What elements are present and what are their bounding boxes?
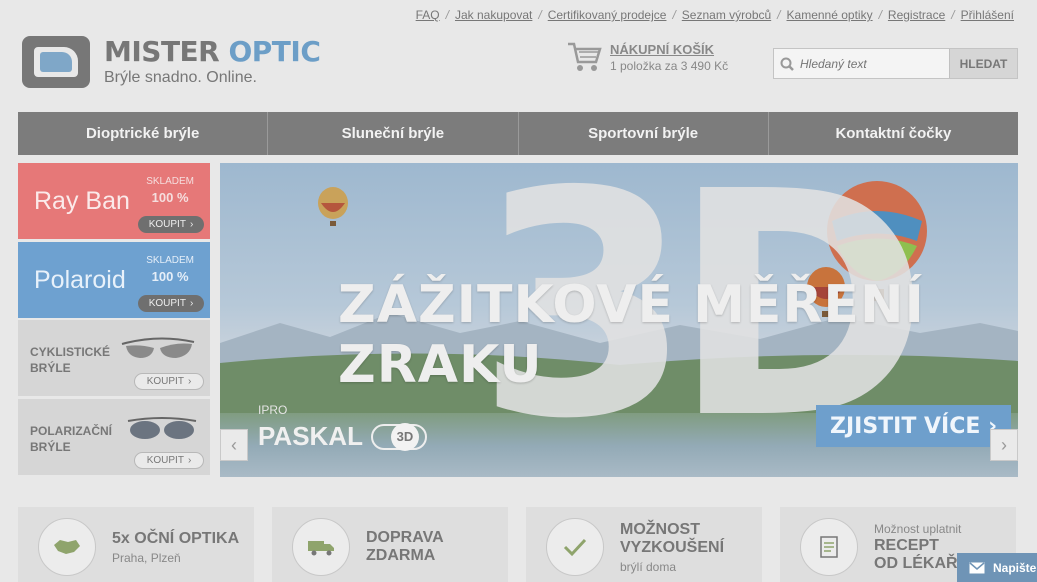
promo-tile-rayban[interactable]: Ray Ban SKLADEM 100 % KOUPIT › [18,163,210,239]
buy-button[interactable]: KOUPIT › [138,295,204,312]
feature-subtitle: Praha, Plzeň [112,550,181,565]
chevron-right-icon: › [189,219,194,230]
search-input[interactable] [800,49,949,78]
logo[interactable]: MISTER OPTIC Brýle snadno. Online. [22,35,321,88]
chevron-right-icon: › [187,376,192,387]
buy-button[interactable]: KOUPIT › [138,216,204,233]
feature-title-2: ZDARMA [366,547,436,564]
main-nav: Dioptrické brýle Sluneční brýle Sportovn… [18,112,1018,155]
separator: / [538,8,542,22]
banner-next-arrow-icon[interactable]: › [990,429,1018,461]
3d-badge: 3D [370,422,427,451]
cart-icon [568,42,602,71]
search-button[interactable]: HLEDAT [949,49,1017,78]
document-icon [800,518,858,576]
logo-title: MISTER OPTIC [104,35,321,68]
hero-banner[interactable]: 3D ZÁŽITKOVÉ MĚŘENÍ ZRAKU IPRO PASKAL 3D… [220,163,1018,477]
logo-mark-icon [22,36,90,88]
promo-tile-cycling-glasses[interactable]: CYKLISTICKÉ BRÝLE KOUPIT › [18,320,210,396]
learn-more-button[interactable]: ZJISTIT VÍCE › [816,405,1012,447]
search-box: HLEDAT [773,48,1018,79]
tile-brand: Ray Ban [34,187,130,215]
feature-title: 5x OČNÍ OPTIKA [112,529,240,547]
feature-subtitle: brýlí doma [620,559,677,574]
chevron-right-icon: › [189,298,194,309]
cart-summary: 1 položka za 3 490 Kč [610,58,729,73]
envelope-icon [969,562,985,574]
nav-item-prescription-glasses[interactable]: Dioptrické brýle [18,112,269,155]
top-link-login[interactable]: Přihlášení [961,8,1014,22]
tile-label: POLARIZAČNÍ BRÝLE [30,424,112,454]
stock-info: SKLADEM 100 % [146,255,194,284]
buy-button[interactable]: KOUPIT › [134,452,204,469]
separator: / [445,8,449,22]
separator: / [777,8,781,22]
banner-brand: PASKAL 3D [258,421,427,452]
top-link-how-to-buy[interactable]: Jak nakupovat [455,8,532,22]
separator: / [672,8,676,22]
top-link-register[interactable]: Registrace [888,8,945,22]
feature-title-2: OD LÉKAŘE [874,554,969,572]
write-us-button[interactable]: Napište [957,553,1037,582]
feature-title: MOŽNOST [620,520,700,538]
separator: / [878,8,882,22]
feature-pretext: Možnost uplatnit [874,521,962,536]
search-icon [774,49,800,78]
tile-label: CYKLISTICKÉ BRÝLE [30,345,111,375]
tile-brand: Polaroid [34,266,126,294]
shopping-cart[interactable]: NÁKUPNÍ KOŠÍK 1 položka za 3 490 Kč [566,40,728,74]
banner-prev-arrow-icon[interactable]: ‹ [220,429,248,461]
feature-free-shipping[interactable]: DOPRAVA ZDARMA [272,507,508,582]
top-link-certified[interactable]: Certifikovaný prodejce [548,8,667,22]
top-link-manufacturers[interactable]: Seznam výrobců [682,8,771,22]
czech-map-icon [38,518,96,576]
chevron-right-icon: › [187,455,192,466]
balloon-small-icon [318,187,348,226]
feature-try-at-home[interactable]: MOŽNOST VYZKOUŠENÍ brýlí doma [526,507,762,582]
banner-brand-small: IPRO [258,403,288,417]
buy-button[interactable]: KOUPIT › [134,373,204,390]
promo-tile-polarizing-glasses[interactable]: POLARIZAČNÍ BRÝLE KOUPIT › [18,399,210,475]
separator: / [951,8,955,22]
nav-item-sunglasses[interactable]: Sluneční brýle [268,112,519,155]
banner-title: ZÁŽITKOVÉ MĚŘENÍ ZRAKU [338,275,925,395]
check-icon [546,518,604,576]
top-link-faq[interactable]: FAQ [416,8,440,22]
feature-title-2: VYZKOUŠENÍ [620,538,725,556]
feature-optics-stores[interactable]: 5x OČNÍ OPTIKA Praha, Plzeň [18,507,254,582]
stock-info: SKLADEM 100 % [146,176,194,205]
truck-icon [292,518,350,576]
cart-title: NÁKUPNÍ KOŠÍK [610,41,715,57]
logo-tagline: Brýle snadno. Online. [104,69,257,86]
sunglasses-icon [127,417,197,439]
sport-glasses-icon [121,337,195,358]
feature-title: DOPRAVA [366,529,444,546]
top-link-stores[interactable]: Kamenné optiky [787,8,873,22]
feature-title: RECEPT [874,536,939,554]
nav-item-contact-lenses[interactable]: Kontaktní čočky [769,112,1018,155]
nav-item-sport-glasses[interactable]: Sportovní brýle [519,112,769,155]
top-links: FAQ / Jak nakupovat / Certifikovaný prodej… [416,8,1014,22]
promo-tile-polaroid[interactable]: Polaroid SKLADEM 100 % KOUPIT › [18,242,210,318]
